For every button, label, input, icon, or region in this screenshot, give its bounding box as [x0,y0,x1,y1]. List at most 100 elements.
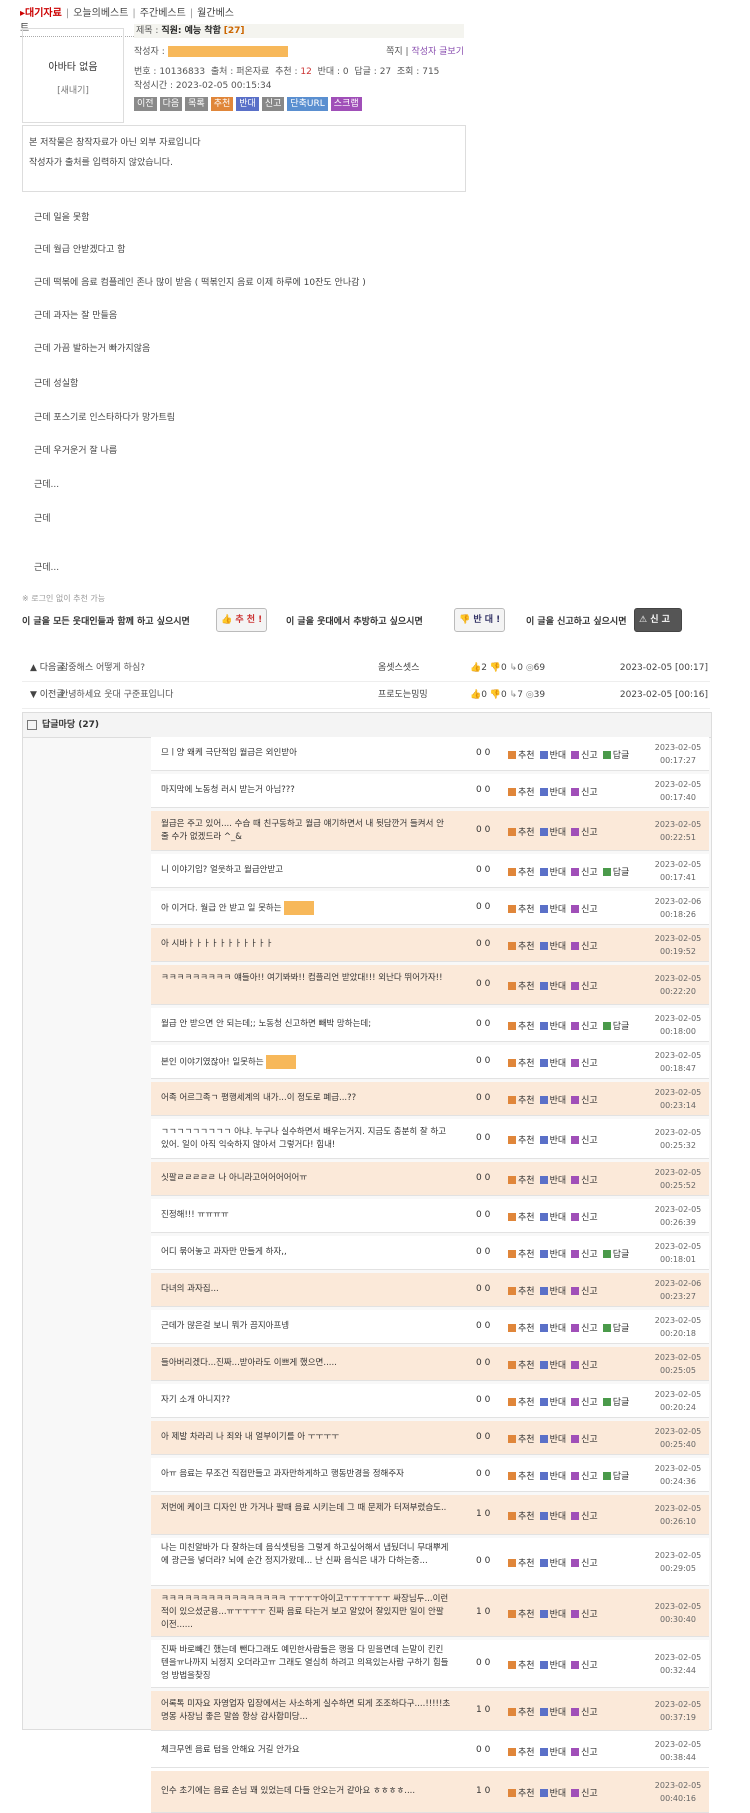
action-button-5[interactable]: 신고 [261,97,285,111]
comment-rec-button[interactable]: 추천 [518,1789,535,1799]
comment-opp-button[interactable]: 반대 [550,905,567,915]
tab-2[interactable]: 주간베스트 [140,8,186,19]
comment-rep-button[interactable]: 신고 [581,1096,598,1106]
comment-rec-button[interactable]: 추천 [518,1096,535,1106]
comment-rec-button[interactable]: 추천 [518,1708,535,1718]
comment-reply-button[interactable]: 답글 [613,1398,630,1408]
comment-rec-button[interactable]: 추천 [518,1250,535,1260]
comment-rec-button[interactable]: 추천 [518,1661,535,1671]
comment-rec-button[interactable]: 추천 [518,1176,535,1186]
action-button-6[interactable]: 단축URL [287,97,328,111]
comment-rep-button[interactable]: 신고 [581,942,598,952]
comment-rep-button[interactable]: 신고 [581,1250,598,1260]
comment-opp-button[interactable]: 반대 [550,1324,567,1334]
action-button-2[interactable]: 목록 [185,97,208,111]
comment-rec-button[interactable]: 추천 [518,1610,535,1620]
comment-opp-button[interactable]: 반대 [550,1059,567,1069]
comment-rep-button[interactable]: 신고 [581,1559,598,1569]
comment-rep-button[interactable]: 신고 [581,1324,598,1334]
comment-rep-button[interactable]: 신고 [581,905,598,915]
comment-opp-button[interactable]: 반대 [550,788,567,798]
comment-rep-button[interactable]: 신고 [581,1287,598,1297]
comment-opp-button[interactable]: 반대 [550,751,567,761]
comment-opp-button[interactable]: 반대 [550,1708,567,1718]
prev-next-row[interactable]: ▼ 이전글 안녕하세요 웃대 구준표입니다 프로도는밍밍 👍0 👎0 ↳7 ◎39 20… [22,682,710,709]
comment-opp-button[interactable]: 반대 [550,1250,567,1260]
comment-rec-button[interactable]: 추천 [518,1136,535,1146]
opp-big-button[interactable]: 👎 반 대 ! [454,608,506,632]
comment-opp-button[interactable]: 반대 [550,828,567,838]
comment-rec-button[interactable]: 추천 [518,1324,535,1334]
comment-rec-button[interactable]: 추천 [518,942,535,952]
comment-opp-button[interactable]: 반대 [550,1361,567,1371]
comment-rep-button[interactable]: 신고 [581,828,598,838]
comment-opp-button[interactable]: 반대 [550,1435,567,1445]
comment-opp-button[interactable]: 반대 [550,1176,567,1186]
action-button-0[interactable]: 이전 [134,97,157,111]
comment-rec-button[interactable]: 추천 [518,1512,535,1522]
comment-rec-button[interactable]: 추천 [518,828,535,838]
comment-opp-button[interactable]: 반대 [550,1661,567,1671]
comment-rec-button[interactable]: 추천 [518,1287,535,1297]
comment-rep-button[interactable]: 신고 [581,751,598,761]
comment-reply-button[interactable]: 답글 [613,1250,630,1260]
comment-opp-button[interactable]: 반대 [550,1610,567,1620]
comment-rec-button[interactable]: 추천 [518,751,535,761]
comment-rep-button[interactable]: 신고 [581,788,598,798]
comment-rec-button[interactable]: 추천 [518,1559,535,1569]
comment-opp-button[interactable]: 반대 [550,1512,567,1522]
prev-next-row[interactable]: ▲ 다음글 잠중해스 어떻게 하심? 옴셋스셋스 👍2 👎0 ↳0 ◎69 2023-0… [22,655,710,682]
comment-reply-button[interactable]: 답글 [613,1472,630,1482]
comment-rep-button[interactable]: 신고 [581,1748,598,1758]
comment-rep-button[interactable]: 신고 [581,1136,598,1146]
comment-rec-button[interactable]: 추천 [518,905,535,915]
comment-rec-button[interactable]: 추천 [518,1213,535,1223]
comment-rec-button[interactable]: 추천 [518,1398,535,1408]
comment-opp-button[interactable]: 반대 [550,1136,567,1146]
comment-opp-button[interactable]: 반대 [550,1398,567,1408]
comment-rec-button[interactable]: 추천 [518,1472,535,1482]
comment-opp-button[interactable]: 반대 [550,942,567,952]
writer-posts-link[interactable]: 작성자 글보기 [411,47,464,57]
comment-rec-button[interactable]: 추천 [518,1435,535,1445]
comment-rep-button[interactable]: 신고 [581,1176,598,1186]
message-link[interactable]: 쪽지 [386,47,403,57]
comment-rec-button[interactable]: 추천 [518,1361,535,1371]
comment-rec-button[interactable]: 추천 [518,1748,535,1758]
rec-big-button[interactable]: 👍 추 천 ! [216,608,268,632]
comment-rep-button[interactable]: 신고 [581,1708,598,1718]
comment-rep-button[interactable]: 신고 [581,1789,598,1799]
comment-opp-button[interactable]: 반대 [550,1472,567,1482]
action-button-4[interactable]: 반대 [236,97,259,111]
comment-rec-button[interactable]: 추천 [518,1059,535,1069]
comment-opp-button[interactable]: 반대 [550,1213,567,1223]
comment-rep-button[interactable]: 신고 [581,1059,598,1069]
comment-reply-button[interactable]: 답글 [613,751,630,761]
comment-rep-button[interactable]: 신고 [581,1661,598,1671]
comment-opp-button[interactable]: 반대 [550,1789,567,1799]
comment-opp-button[interactable]: 반대 [550,868,567,878]
comment-rep-button[interactable]: 신고 [581,982,598,992]
comment-opp-button[interactable]: 반대 [550,1022,567,1032]
comment-rep-button[interactable]: 신고 [581,1022,598,1032]
comment-rep-button[interactable]: 신고 [581,1398,598,1408]
comment-opp-button[interactable]: 반대 [550,982,567,992]
expand-icon[interactable] [27,719,37,730]
action-button-7[interactable]: 스크랩 [330,97,362,111]
comment-rep-button[interactable]: 신고 [581,1435,598,1445]
comment-opp-button[interactable]: 반대 [550,1096,567,1106]
comment-rec-button[interactable]: 추천 [518,868,535,878]
comment-rep-button[interactable]: 신고 [581,1512,598,1522]
comment-rec-button[interactable]: 추천 [518,788,535,798]
comment-reply-button[interactable]: 답글 [613,1022,630,1032]
rep-big-button[interactable]: ⚠ 신 고 ! [634,608,682,647]
comment-rep-button[interactable]: 신고 [581,868,598,878]
tab-1[interactable]: 오늘의베스트 [73,8,128,19]
comment-rec-button[interactable]: 추천 [518,1022,535,1032]
comment-rep-button[interactable]: 신고 [581,1361,598,1371]
comment-opp-button[interactable]: 반대 [550,1559,567,1569]
comment-rep-button[interactable]: 신고 [581,1610,598,1620]
comment-rec-button[interactable]: 추천 [518,982,535,992]
action-button-3[interactable]: 추천 [210,97,234,111]
comment-reply-button[interactable]: 답글 [613,868,630,878]
